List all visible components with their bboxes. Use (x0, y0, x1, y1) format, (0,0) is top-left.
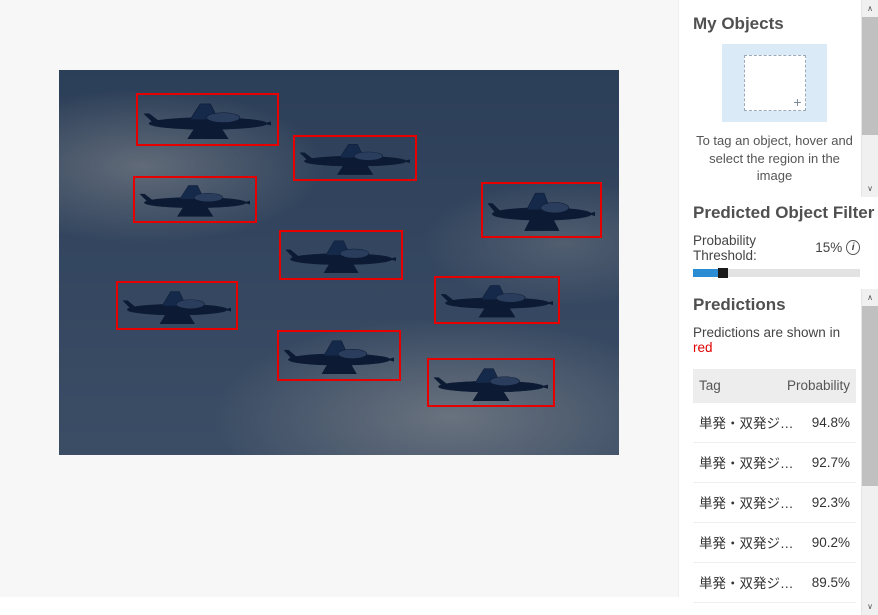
scroll-down-icon[interactable]: ∨ (862, 180, 878, 197)
predictions-caption: Predictions are shown in red (693, 325, 856, 355)
prediction-probability: 94.8% (812, 415, 850, 430)
prediction-row[interactable]: 単発・双発ジェッ... 92.3% (693, 483, 856, 523)
info-icon[interactable]: i (846, 240, 860, 255)
my-objects-scrollbar[interactable]: ∧ ∨ (861, 0, 878, 197)
side-panel: My Objects + To tag an object, hover and… (678, 0, 878, 597)
predictions-caption-prefix: Predictions are shown in (693, 325, 840, 340)
predictions-table-header: Tag Probability (693, 369, 856, 403)
prediction-probability: 90.2% (812, 535, 850, 550)
slider-fill (693, 269, 718, 277)
scroll-up-icon[interactable]: ∧ (862, 0, 878, 17)
prediction-probability: 92.3% (812, 495, 850, 510)
prediction-tag: 単発・双発ジェッ... (699, 452, 806, 472)
prediction-tag: 単発・双発ジェッ... (699, 492, 806, 512)
my-objects-section: My Objects + To tag an object, hover and… (679, 0, 878, 197)
scroll-up-icon[interactable]: ∧ (862, 289, 878, 306)
prediction-probability: 89.5% (812, 575, 850, 590)
predictions-section: Predictions Predictions are shown in red… (679, 289, 878, 615)
column-tag: Tag (699, 378, 721, 393)
threshold-value: 15% (815, 240, 842, 255)
threshold-slider[interactable] (693, 269, 860, 277)
image-dim-overlay (59, 70, 619, 455)
prediction-tag: 単発・双発ジェッ... (699, 412, 806, 432)
add-region-dropzone[interactable]: + (722, 44, 827, 122)
image-viewer (0, 0, 678, 597)
predicted-filter-title: Predicted Object Filter (693, 203, 860, 223)
predicted-filter-section: Predicted Object Filter Probability Thre… (679, 197, 878, 289)
tag-hint-text: To tag an object, hover and select the r… (693, 132, 856, 185)
predictions-scrollbar[interactable]: ∧ ∨ (861, 289, 878, 615)
dropzone-inner: + (744, 55, 806, 111)
prediction-row[interactable]: 単発・双発ジェッ... 94.8% (693, 403, 856, 443)
image-canvas[interactable] (59, 70, 619, 455)
column-probability: Probability (787, 378, 850, 393)
predictions-title: Predictions (693, 295, 856, 315)
threshold-label: Probability Threshold: (693, 233, 811, 263)
prediction-tag: 単発・双発ジェッ... (699, 532, 806, 552)
threshold-row: Probability Threshold: 15% i (693, 233, 860, 263)
prediction-row[interactable]: 単発・双発ジェッ... 92.7% (693, 443, 856, 483)
plus-icon: + (793, 95, 801, 109)
slider-thumb[interactable] (718, 268, 728, 278)
prediction-tag: 単発・双発ジェッ... (699, 572, 806, 592)
scroll-thumb[interactable] (862, 306, 878, 486)
prediction-probability: 92.7% (812, 455, 850, 470)
scroll-thumb[interactable] (862, 17, 878, 135)
prediction-row[interactable]: 単発・双発ジェッ... 90.2% (693, 523, 856, 563)
scroll-down-icon[interactable]: ∨ (862, 598, 878, 615)
predictions-caption-highlight: red (693, 340, 713, 355)
my-objects-title: My Objects (693, 14, 856, 34)
